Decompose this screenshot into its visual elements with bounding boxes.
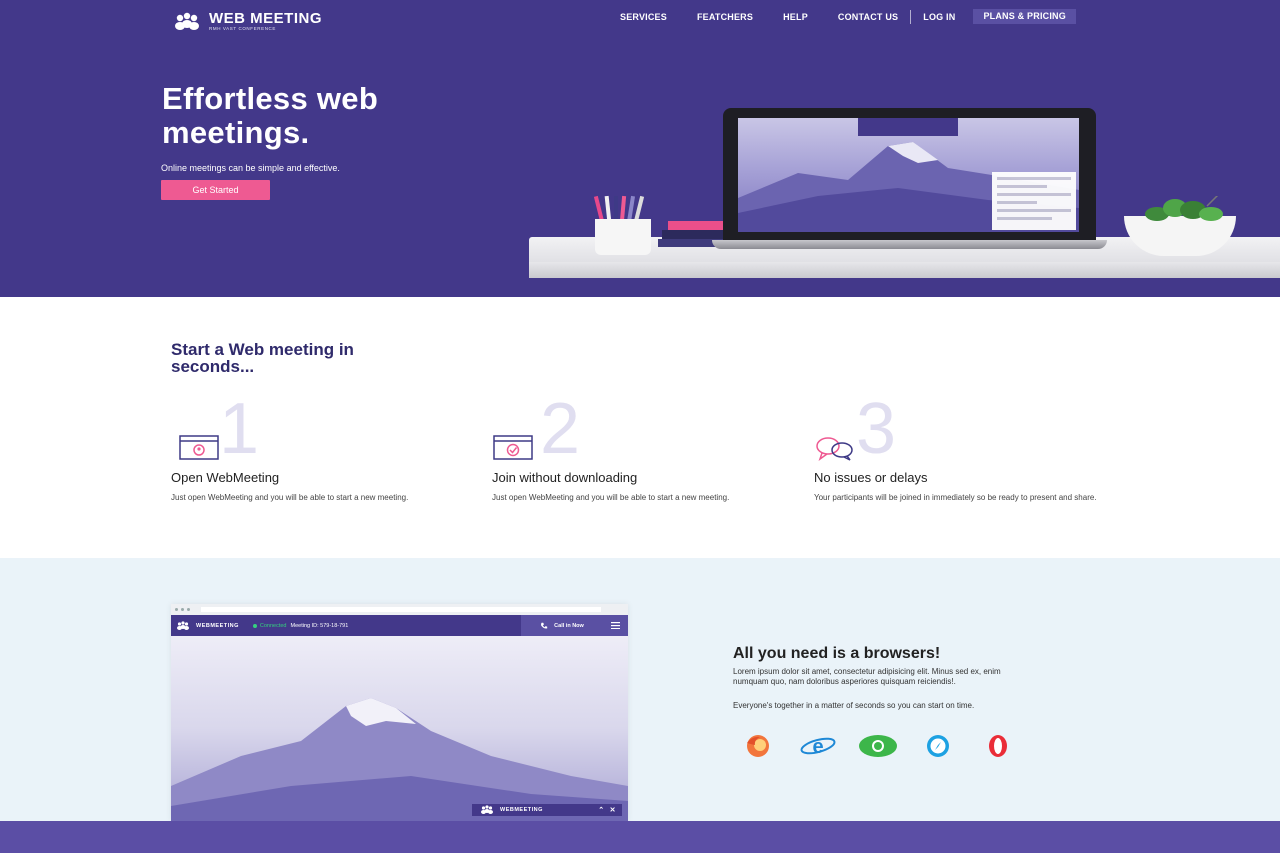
screen-toolbar xyxy=(858,118,958,136)
chrome-icon xyxy=(859,735,897,757)
people-logo-icon xyxy=(177,620,189,630)
chat-bubbles-icon xyxy=(816,437,853,461)
step-title: Join without downloading xyxy=(492,470,638,485)
nav-contact-us[interactable]: CONTACT US xyxy=(838,10,898,24)
login-link[interactable]: LOG IN xyxy=(923,10,955,24)
call-in-now-label: Call in Now xyxy=(554,622,584,629)
mini-meeting-bar[interactable]: WEBMEETING ⌃ ✕ xyxy=(472,804,622,816)
book-illustration xyxy=(662,230,726,239)
browser-check-icon xyxy=(493,435,533,460)
step-text: Just open WebMeeting and you will be abl… xyxy=(492,493,730,502)
step-title: No issues or delays xyxy=(814,470,928,485)
app-toolbar: WEBMEETING Connected Meeting ID: 579-18-… xyxy=(171,615,628,636)
desk-shelf-edge xyxy=(529,262,1280,278)
connection-status: Connected xyxy=(259,622,287,629)
phone-icon xyxy=(541,622,548,629)
safari-icon xyxy=(927,735,949,757)
steps-title: Start a Web meeting in seconds... xyxy=(171,340,354,376)
video-area xyxy=(171,636,628,821)
hero-subtitle: Online meetings can be simple and effect… xyxy=(161,163,340,173)
browser-icons: e xyxy=(738,734,1018,758)
step-text: Your participants will be joined in imme… xyxy=(814,493,1097,502)
step-number: 1 xyxy=(219,389,260,469)
pencil-cup-illustration xyxy=(595,219,651,255)
chevron-up-icon[interactable]: ⌃ xyxy=(598,806,604,814)
meeting-id: Meeting ID: 579-18-791 xyxy=(290,622,349,629)
step-card: 1 Open WebMeeting Just open WebMeeting a… xyxy=(171,393,471,522)
step-card: 2 Join without downloading Just open Web… xyxy=(492,393,792,522)
people-logo-icon xyxy=(481,805,493,814)
opera-icon xyxy=(989,735,1007,757)
nav-help[interactable]: HELP xyxy=(783,10,808,24)
step-text: Just open WebMeeting and you will be abl… xyxy=(171,493,409,502)
laptop-base xyxy=(712,240,1107,249)
logo-title: WEB MEETING xyxy=(209,10,322,27)
step-number: 3 xyxy=(856,389,897,469)
step-number: 2 xyxy=(540,389,581,469)
nav-divider xyxy=(910,9,912,24)
app-name: WEBMEETING xyxy=(196,622,239,629)
laptop-screen xyxy=(738,118,1079,232)
internet-explorer-icon: e xyxy=(800,736,836,758)
browser-user-icon xyxy=(179,435,219,460)
footer-bar xyxy=(0,821,1280,853)
book-illustration xyxy=(668,221,726,230)
screen-chat-panel xyxy=(992,172,1076,230)
plans-pricing-button[interactable]: PLANS & PRICING xyxy=(973,9,1076,24)
step-title: Open WebMeeting xyxy=(171,470,280,485)
mountain-illustration xyxy=(171,698,628,821)
logo[interactable]: WEB MEETING RMH VAST CONFERENCE xyxy=(173,11,322,32)
logo-subtitle: RMH VAST CONFERENCE xyxy=(209,26,276,31)
hero-section: WEB MEETING RMH VAST CONFERENCE SERVICES… xyxy=(0,0,1280,297)
hamburger-menu-icon xyxy=(611,622,620,629)
nav-services[interactable]: SERVICES xyxy=(620,10,667,24)
status-dot-icon xyxy=(252,623,257,628)
browsers-text-secondary: Everyone's together in a matter of secon… xyxy=(733,701,975,710)
nav-featchers[interactable]: FEATCHERS xyxy=(697,10,753,24)
window-chrome xyxy=(171,604,628,615)
hero-title: Effortless web meetings. xyxy=(162,81,379,150)
people-logo-icon xyxy=(175,12,199,30)
browsers-text: Lorem ipsum dolor sit amet, consectetur … xyxy=(733,667,1001,686)
firefox-icon xyxy=(747,735,769,757)
step-card: 3 No issues or delays Your participants … xyxy=(814,393,1114,522)
browsers-title: All you need is a browsers! xyxy=(733,645,941,662)
main-nav: SERVICES FEATCHERS HELP CONTACT US LOG I… xyxy=(620,9,1076,24)
plant-illustration xyxy=(1145,196,1223,221)
get-started-button[interactable]: Get Started xyxy=(161,180,270,200)
svg-text:e: e xyxy=(812,736,823,758)
mini-app-name: WEBMEETING xyxy=(500,807,543,813)
call-in-now-button[interactable]: Call in Now xyxy=(521,615,603,636)
menu-button[interactable] xyxy=(603,615,628,636)
close-icon[interactable]: ✕ xyxy=(610,806,616,814)
app-preview-window: WEBMEETING Connected Meeting ID: 579-18-… xyxy=(171,604,628,821)
